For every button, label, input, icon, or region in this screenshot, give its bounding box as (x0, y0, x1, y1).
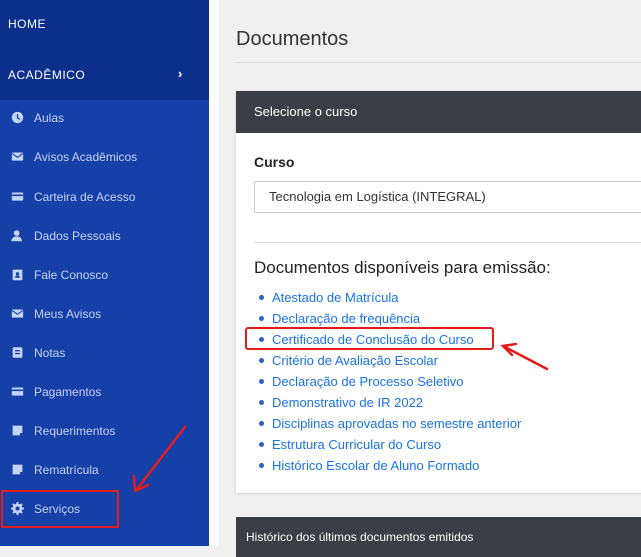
arrow-to-certificado (503, 345, 549, 371)
arrow-to-servicos (135, 425, 187, 491)
annotation-arrows (132, 342, 549, 493)
